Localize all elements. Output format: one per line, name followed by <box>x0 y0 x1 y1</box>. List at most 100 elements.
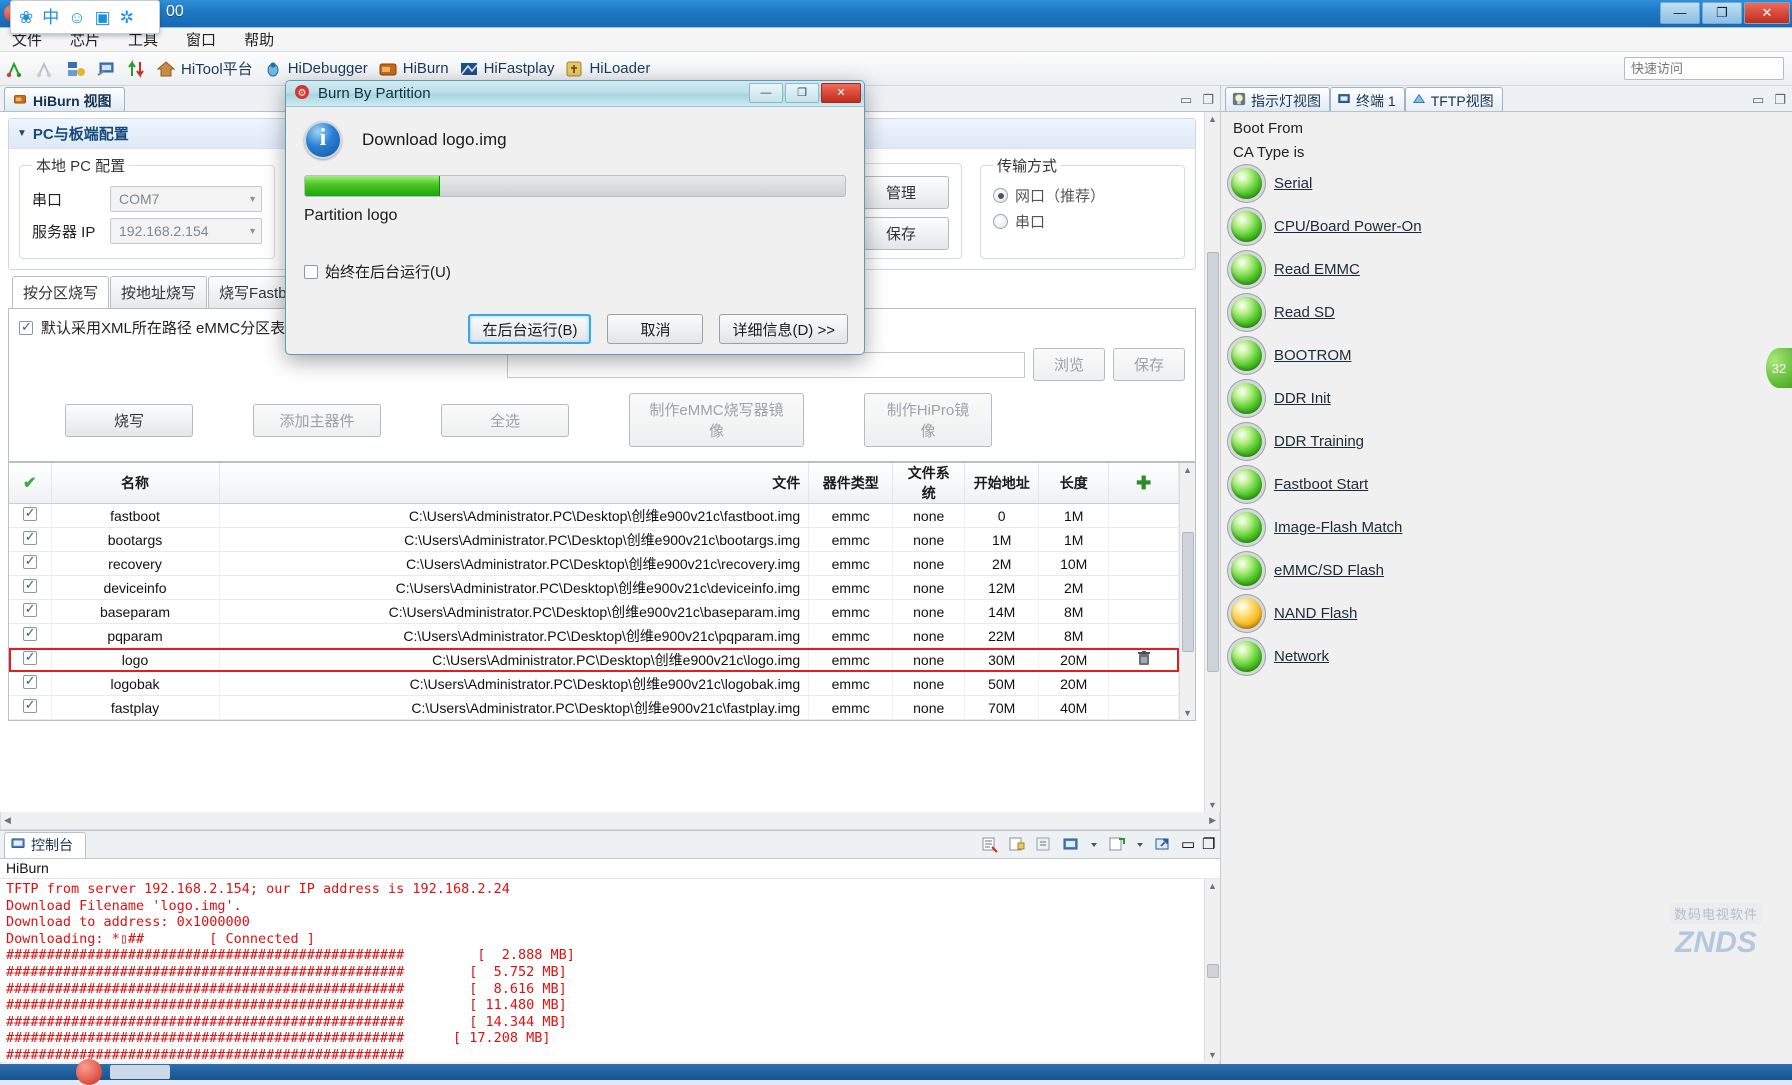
scroll-right-icon[interactable]: ▶ <box>1209 815 1216 826</box>
toolbar-group-hiloader[interactable]: HiLoader <box>564 59 650 79</box>
indicator-label[interactable]: Read EMMC <box>1274 261 1360 278</box>
run-in-background-button[interactable]: 在后台运行(B) <box>468 314 592 344</box>
row-checkbox-cell[interactable] <box>9 503 52 528</box>
console-minimize-icon[interactable]: ▭ <box>1181 835 1195 853</box>
indicator-label[interactable]: eMMC/SD Flash <box>1274 562 1384 579</box>
table-row[interactable]: fastbootC:\Users\Administrator.PC\Deskto… <box>9 503 1180 528</box>
row-action-cell[interactable] <box>1108 695 1180 720</box>
transfer-icon[interactable] <box>126 59 146 79</box>
save-config-button[interactable]: 保存 <box>853 217 949 250</box>
display-selected-icon[interactable] <box>1062 835 1080 853</box>
toolbar-group-hitool[interactable]: HiTool平台 <box>156 58 253 79</box>
dialog-minimize-button[interactable]: — <box>749 83 783 103</box>
row-checkbox[interactable] <box>22 577 37 593</box>
table-row[interactable]: logoC:\Users\Administrator.PC\Desktop\创维… <box>9 647 1180 672</box>
scroll-up-icon[interactable]: ▲ <box>1183 463 1192 477</box>
scroll-thumb[interactable] <box>1181 531 1194 652</box>
row-checkbox[interactable] <box>22 601 37 617</box>
header-start-address[interactable]: 开始地址 <box>964 463 1040 504</box>
row-action-cell[interactable] <box>1108 623 1180 648</box>
view-minimize-icon[interactable]: ▭ <box>1180 92 1192 108</box>
row-checkbox[interactable] <box>22 649 37 665</box>
details-button[interactable]: 详细信息(D) >> <box>719 314 848 344</box>
burn-button[interactable]: 烧写 <box>65 403 193 437</box>
dialog-close-button[interactable]: ✕ <box>821 83 861 103</box>
row-checkbox-cell[interactable] <box>9 623 52 648</box>
indicator-label[interactable]: DDR Training <box>1274 433 1364 450</box>
row-action-cell[interactable] <box>1108 551 1180 576</box>
delete-row-icon[interactable] <box>1134 649 1154 669</box>
table-row[interactable]: recoveryC:\Users\Administrator.PC\Deskto… <box>9 551 1180 576</box>
flow-icon[interactable] <box>6 59 26 79</box>
start-button[interactable] <box>76 1059 102 1085</box>
make-hipro-image-button[interactable]: 制作HiPro镜像 <box>864 393 992 447</box>
add-device-button[interactable]: 添加主器件 <box>253 403 381 437</box>
tab-console[interactable]: 控制台 <box>4 831 86 858</box>
save-xml-button[interactable]: 保存 <box>1113 348 1185 381</box>
tab-terminal-1[interactable]: 终端 1 <box>1330 87 1405 111</box>
scroll-lock-icon[interactable] <box>1035 835 1053 853</box>
radio-network-port[interactable]: 网口（推荐） <box>993 185 1172 206</box>
taskbar-item[interactable] <box>110 1065 170 1079</box>
header-device-type[interactable]: 器件类型 <box>808 463 894 504</box>
right-dock-maximize-icon[interactable]: ❐ <box>1774 92 1786 108</box>
server-ip-select[interactable]: 192.168.2.154 ▼ <box>110 218 262 244</box>
select-all-button[interactable]: 全选 <box>441 403 569 437</box>
tab-indicator-view[interactable]: 指示灯视图 <box>1225 87 1330 111</box>
scroll-up-icon[interactable]: ▲ <box>1208 879 1217 893</box>
row-checkbox[interactable] <box>22 673 37 689</box>
header-length[interactable]: 长度 <box>1038 463 1110 504</box>
row-checkbox-cell[interactable] <box>9 647 52 672</box>
header-file[interactable]: 文件 <box>219 463 810 504</box>
row-action-cell[interactable] <box>1108 671 1180 696</box>
dialog-maximize-button[interactable]: ❐ <box>785 83 819 103</box>
radio-serial-port[interactable]: 串口 <box>993 211 1172 232</box>
row-checkbox[interactable] <box>22 553 37 569</box>
row-checkbox-cell[interactable] <box>9 575 52 600</box>
menu-item-window[interactable]: 窗口 <box>182 28 220 51</box>
scroll-down-icon[interactable]: ▼ <box>1208 798 1217 812</box>
row-checkbox[interactable] <box>22 625 37 641</box>
tab-burn-by-address[interactable]: 按地址烧写 <box>110 276 208 308</box>
clear-console-icon[interactable] <box>981 835 999 853</box>
run-in-background-checkbox-row[interactable]: 始终在后台运行(U) <box>304 261 846 282</box>
console-maximize-icon[interactable]: ❐ <box>1202 835 1215 853</box>
indicator-label[interactable]: Serial <box>1274 175 1312 192</box>
image-icon[interactable]: ▣ <box>95 9 111 26</box>
indicator-label[interactable]: CPU/Board Power-On <box>1274 218 1422 235</box>
chinese-mode-icon[interactable]: 中 <box>42 9 59 26</box>
row-checkbox-cell[interactable] <box>9 527 52 552</box>
table-row[interactable]: fastplayC:\Users\Administrator.PC\Deskto… <box>9 695 1180 720</box>
header-name[interactable]: 名称 <box>51 463 220 504</box>
baidu-paw-icon[interactable]: ❀ <box>19 9 33 26</box>
row-action-cell[interactable] <box>1108 527 1180 552</box>
indicator-label[interactable]: Fastboot Start <box>1274 476 1368 493</box>
header-filesystem[interactable]: 文件系统 <box>892 463 966 504</box>
gear-icon[interactable]: ✲ <box>120 9 134 26</box>
table-row[interactable]: logobakC:\Users\Administrator.PC\Desktop… <box>9 671 1180 696</box>
row-checkbox-cell[interactable] <box>9 599 52 624</box>
indicator-label[interactable]: Read SD <box>1274 304 1335 321</box>
serial-port-select[interactable]: COM7 ▼ <box>110 186 262 212</box>
manage-button[interactable]: 管理 <box>853 176 949 209</box>
console-output-area[interactable]: TFTP from server 192.168.2.154; our IP a… <box>0 879 1220 1062</box>
header-add-row[interactable]: ✚ <box>1108 463 1180 504</box>
lock-console-icon[interactable] <box>1008 835 1026 853</box>
monitor-icon[interactable] <box>96 59 116 79</box>
row-checkbox-cell[interactable] <box>9 551 52 576</box>
xml-path-input[interactable] <box>507 351 1025 378</box>
scroll-thumb[interactable] <box>1206 252 1219 672</box>
scroll-up-icon[interactable]: ▲ <box>1208 112 1217 126</box>
indicator-label[interactable]: NAND Flash <box>1274 605 1357 622</box>
table-row[interactable]: deviceinfoC:\Users\Administrator.PC\Desk… <box>9 575 1180 600</box>
row-checkbox[interactable] <box>22 697 37 713</box>
make-emmc-image-button[interactable]: 制作eMMC烧写器镜像 <box>629 393 804 447</box>
menu-item-help[interactable]: 帮助 <box>240 28 278 51</box>
header-select-all[interactable]: ✔ <box>9 463 52 504</box>
new-console-dropdown-icon[interactable] <box>1135 835 1145 853</box>
row-action-cell[interactable] <box>1108 599 1180 624</box>
tab-hiburn-view[interactable]: HiBurn 视图 <box>4 87 125 111</box>
browse-button[interactable]: 浏览 <box>1033 348 1105 381</box>
row-action-cell[interactable] <box>1108 503 1180 528</box>
maximize-button[interactable]: ❐ <box>1702 2 1742 24</box>
